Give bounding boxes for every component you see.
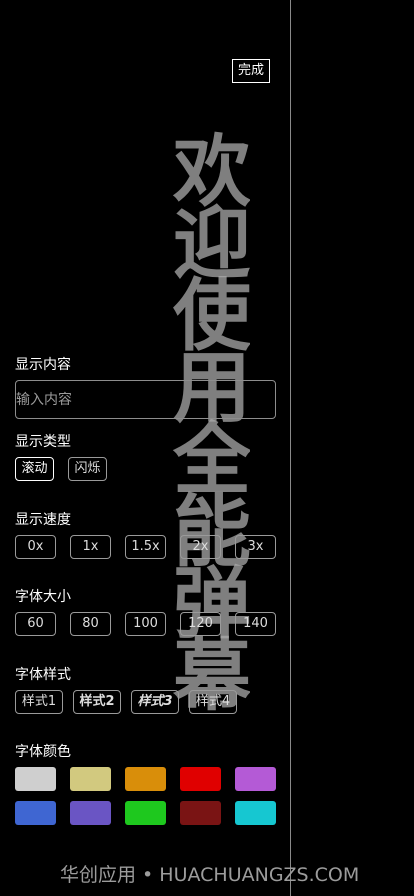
font-style-option-1[interactable]: 样式1 bbox=[15, 690, 63, 714]
font-size-option-120[interactable]: 120 bbox=[180, 612, 221, 636]
done-button[interactable]: 完成 bbox=[232, 59, 270, 83]
speed-option-3x[interactable]: 3x bbox=[235, 535, 276, 559]
color-swatch[interactable] bbox=[15, 767, 56, 791]
color-swatch[interactable] bbox=[180, 767, 221, 791]
font-size-option-100[interactable]: 100 bbox=[125, 612, 166, 636]
watermark-text: 华创应用 • HUACHUANGZS.COM bbox=[60, 864, 360, 886]
display-type-label: 显示类型 bbox=[15, 434, 71, 450]
content-label: 显示内容 bbox=[15, 357, 71, 373]
speed-option-2x[interactable]: 2x bbox=[180, 535, 221, 559]
color-swatch[interactable] bbox=[235, 801, 276, 825]
display-type-flash[interactable]: 闪烁 bbox=[68, 457, 107, 481]
color-swatch[interactable] bbox=[235, 767, 276, 791]
color-swatch[interactable] bbox=[180, 801, 221, 825]
color-swatch[interactable] bbox=[125, 767, 166, 791]
divider-line bbox=[290, 0, 291, 896]
danmaku-preview-text: 欢迎使用全能弹幕 bbox=[160, 130, 250, 706]
color-swatch[interactable] bbox=[70, 767, 111, 791]
speed-label: 显示速度 bbox=[15, 512, 71, 528]
speed-option-1x[interactable]: 1x bbox=[70, 535, 111, 559]
content-input[interactable] bbox=[15, 380, 276, 419]
font-style-option-3[interactable]: 样式3 bbox=[131, 690, 179, 714]
font-size-label: 字体大小 bbox=[15, 589, 71, 605]
color-swatch[interactable] bbox=[125, 801, 166, 825]
color-swatch[interactable] bbox=[70, 801, 111, 825]
speed-option-0x[interactable]: 0x bbox=[15, 535, 56, 559]
font-style-label: 字体样式 bbox=[15, 667, 71, 683]
display-type-scroll[interactable]: 滚动 bbox=[15, 457, 54, 481]
font-style-option-4[interactable]: 样式4 bbox=[189, 690, 237, 714]
font-style-option-2[interactable]: 样式2 bbox=[73, 690, 121, 714]
speed-option-1-5x[interactable]: 1.5x bbox=[125, 535, 166, 559]
font-size-option-80[interactable]: 80 bbox=[70, 612, 111, 636]
color-swatch[interactable] bbox=[15, 801, 56, 825]
font-size-option-140[interactable]: 140 bbox=[235, 612, 276, 636]
font-size-option-60[interactable]: 60 bbox=[15, 612, 56, 636]
font-color-label: 字体颜色 bbox=[15, 744, 71, 760]
